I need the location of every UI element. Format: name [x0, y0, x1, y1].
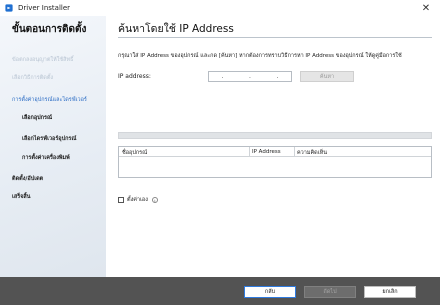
manual-setting-row: ตั้งค่าเอง i	[118, 196, 158, 204]
ip-address-label: IP address:	[118, 73, 151, 80]
steps-sidebar: ขั้นตอนการติดตั้ง ข้อตกลงอนุญาตให้ใช้สิท…	[0, 16, 106, 277]
app-icon	[5, 4, 13, 12]
step-install-method: เลือกวิธีการติดตั้ง	[12, 75, 54, 81]
footer-bar: กลับ ถัดไป ยกเลิก	[0, 277, 440, 305]
next-button[interactable]: ถัดไป	[304, 286, 356, 298]
ip-address-input[interactable]: . . .	[208, 71, 292, 82]
search-button[interactable]: ค้นหา	[300, 71, 354, 82]
manual-setting-label[interactable]: ตั้งค่าเอง	[127, 196, 148, 204]
column-header-device-name[interactable]: ชื่ออุปกรณ์	[122, 149, 147, 157]
column-header-ip-address[interactable]: IP Address	[252, 149, 281, 155]
column-divider[interactable]	[294, 147, 295, 157]
window-title: Driver Installer	[18, 4, 71, 12]
sidebar-title: ขั้นตอนการติดตั้ง	[12, 24, 87, 35]
manual-setting-checkbox[interactable]	[118, 197, 124, 203]
title-bar: Driver Installer ✕	[0, 0, 440, 16]
step-device-driver-settings: การตั้งค่าอุปกรณ์และไดรฟ์เวอร์	[12, 97, 87, 103]
step-select-device: เลือกอุปกรณ์	[22, 115, 53, 121]
column-header-comment[interactable]: ความคิดเห็น	[297, 149, 327, 157]
main-panel: ค้นหาโดยใช้ IP Address กรุณาใส่ IP Addre…	[106, 16, 440, 277]
ip-separator: .	[221, 73, 224, 80]
step-license-agreement: ข้อตกลงอนุญาตให้ใช้สิทธิ์	[12, 57, 74, 63]
title-divider	[118, 37, 432, 38]
step-install-update: ติดตั้ง/อัปเดต	[12, 176, 44, 182]
step-select-driver: เลือกไดรฟ์เวอร์อุปกรณ์	[22, 136, 77, 142]
back-button[interactable]: กลับ	[244, 286, 296, 298]
search-progress-bar	[118, 132, 432, 139]
device-results-table[interactable]: ชื่ออุปกรณ์ IP Address ความคิดเห็น	[118, 146, 432, 178]
table-header: ชื่ออุปกรณ์ IP Address ความคิดเห็น	[119, 147, 431, 157]
column-divider[interactable]	[249, 147, 250, 157]
ip-separator: .	[276, 73, 279, 80]
step-printer-settings: การตั้งค่าเครื่องพิมพ์	[22, 155, 70, 161]
instructions-text: กรุณาใส่ IP Address ของอุปกรณ์ และกด [ค้…	[118, 53, 402, 59]
ip-separator: .	[249, 73, 251, 80]
cancel-button[interactable]: ยกเลิก	[364, 286, 416, 298]
step-finish: เสร็จสิ้น	[12, 194, 31, 200]
close-icon[interactable]: ✕	[412, 0, 440, 16]
info-icon[interactable]: i	[151, 197, 158, 203]
page-title: ค้นหาโดยใช้ IP Address	[118, 23, 234, 35]
